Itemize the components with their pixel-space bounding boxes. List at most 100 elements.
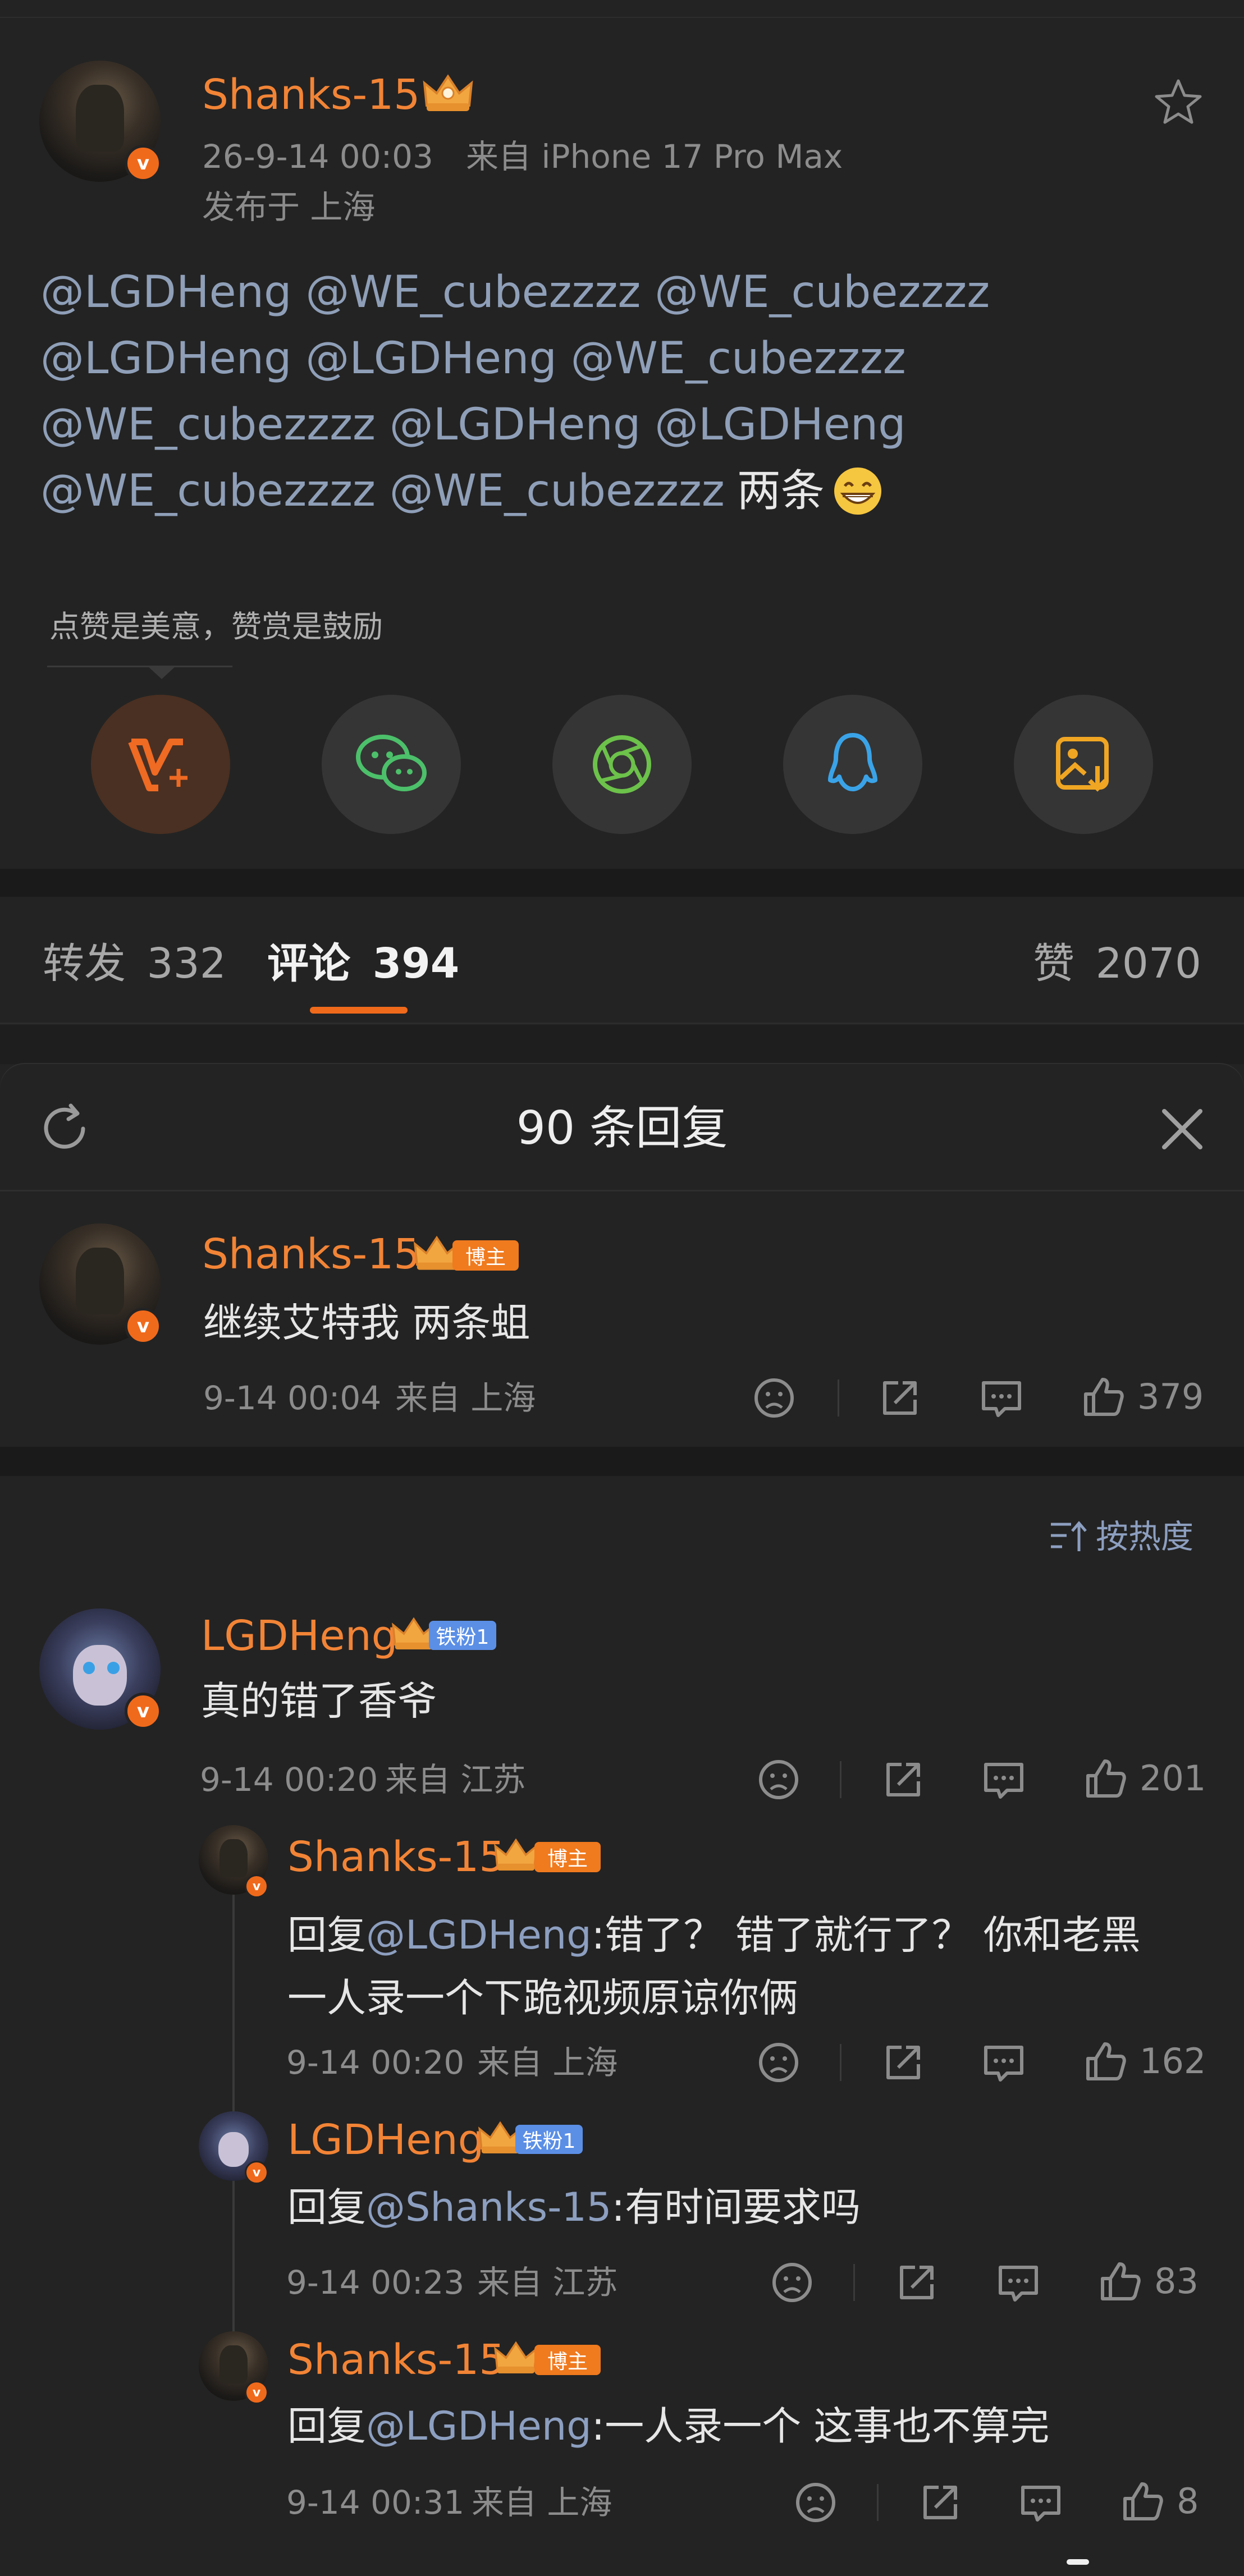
comment-icon[interactable] xyxy=(996,2262,1041,2304)
verified-badge-icon: v xyxy=(245,2381,268,2404)
wechat-icon xyxy=(356,735,427,791)
reply-body-1: :一人录一个 这事也不算完 xyxy=(591,2403,1050,2449)
share-qq-button[interactable] xyxy=(783,695,922,834)
share-icon[interactable] xyxy=(895,2261,939,2304)
verified-badge-icon: v xyxy=(245,2161,268,2184)
share-moments-button[interactable] xyxy=(552,695,692,834)
verified-badge-icon: v xyxy=(125,1308,162,1345)
close-icon[interactable] xyxy=(1159,1106,1206,1153)
comment-icon[interactable] xyxy=(981,1759,1026,1802)
like-button[interactable]: 162 xyxy=(1083,2039,1206,2083)
reply-mention[interactable]: @LGDHeng xyxy=(366,1912,592,1958)
home-indicator xyxy=(1067,2559,1089,2565)
reply-author[interactable]: Shanks-15 xyxy=(287,2339,505,2381)
post-body: @LGDHeng @WE_cubezzzz @WE_cubezzzz @LGDH… xyxy=(40,259,1219,524)
weibo-comment-page: v Shanks-15 26-9-14 00:03 来自 iPhone 17 P… xyxy=(0,0,1244,2576)
root-comment-location: 来自 上海 xyxy=(395,1379,536,1417)
like-button[interactable]: 201 xyxy=(1083,1757,1206,1800)
like-count: 8 xyxy=(1177,2481,1199,2522)
reply-text[interactable]: 回复@LGDHeng:错了？ 错了就行了？ 你和老黑 一人录一个下跪视频原谅你俩 xyxy=(287,1904,1231,2029)
share-icon[interactable] xyxy=(918,2481,962,2524)
favorite-star-icon[interactable] xyxy=(1153,77,1204,126)
reply-body-1: :有时间要求吗 xyxy=(611,2184,861,2230)
reply-location: 来自 江苏 xyxy=(477,2263,618,2302)
tab-repost[interactable]: 转发 332 xyxy=(43,943,226,984)
crown-icon xyxy=(492,2338,540,2377)
dislike-face-icon[interactable] xyxy=(752,1376,796,1420)
dislike-face-icon[interactable] xyxy=(770,2261,814,2304)
comment-icon[interactable] xyxy=(1018,2482,1063,2524)
reply-prefix: 回复 xyxy=(287,1912,366,1958)
post-timestamp: 26-9-14 00:03 xyxy=(202,137,433,176)
blogger-tag: 博主 xyxy=(534,1842,601,1872)
sort-icon xyxy=(1051,1521,1087,1551)
action-divider xyxy=(840,1761,841,1798)
share-icon[interactable] xyxy=(881,2041,925,2084)
reply-location: 来自 上海 xyxy=(477,2043,618,2082)
tab-active-indicator xyxy=(310,1007,408,1014)
post-line-4-mentions[interactable]: @WE_cubezzzz @WE_cubezzzz xyxy=(40,458,725,524)
action-divider xyxy=(877,2484,879,2521)
tab-like-label: 赞 xyxy=(1033,939,1075,988)
action-divider xyxy=(840,2044,841,2081)
reply-mention[interactable]: @Shanks-15 xyxy=(366,2184,611,2230)
reply-time: 9-14 00:23 xyxy=(286,2263,465,2302)
tab-comment-label: 评论 xyxy=(267,939,350,988)
reward-hint: 点赞是美意，赞赏是鼓励 xyxy=(49,609,383,644)
like-count: 201 xyxy=(1140,1758,1206,1799)
sheet-header-divider xyxy=(0,1190,1244,1191)
reply-text[interactable]: 回复@Shanks-15:有时间要求吗 xyxy=(287,2188,861,2227)
reply-text-line-1: 回复@LGDHeng:错了？ 错了就行了？ 你和老黑 xyxy=(287,1904,1231,1967)
action-divider xyxy=(838,1379,839,1417)
tab-repost-count: 332 xyxy=(147,939,226,988)
tab-like[interactable]: 赞 2070 xyxy=(1033,943,1201,984)
reply-time: 9-14 00:31 xyxy=(286,2483,465,2522)
post-line-4: @WE_cubezzzz @WE_cubezzzz 两条 xyxy=(40,458,1219,524)
sheet-backdrop xyxy=(0,1025,1244,1064)
share-wechat-button[interactable] xyxy=(322,695,461,834)
reply-prefix: 回复 xyxy=(287,2184,366,2230)
tab-comment[interactable]: 评论 394 xyxy=(267,943,459,984)
crown-icon xyxy=(421,71,475,116)
save-image-button[interactable] xyxy=(1014,695,1153,834)
reward-button[interactable] xyxy=(91,695,230,834)
comment-icon[interactable] xyxy=(979,1377,1024,1420)
verified-badge-icon: v xyxy=(245,1874,268,1898)
dislike-face-icon[interactable] xyxy=(794,2481,838,2524)
post-line-1[interactable]: @LGDHeng @WE_cubezzzz @WE_cubezzzz xyxy=(40,259,1219,326)
reply-mention[interactable]: @LGDHeng xyxy=(366,2403,592,2449)
reply-body-1: :错了？ 错了就行了？ 你和老黑 xyxy=(591,1912,1141,1958)
like-button[interactable]: 83 xyxy=(1098,2259,1199,2303)
comment-icon[interactable] xyxy=(981,2042,1026,2084)
like-button[interactable]: 379 xyxy=(1081,1375,1204,1419)
comment-text[interactable]: 真的错了香爷 xyxy=(201,1681,437,1721)
post-line-3[interactable]: @WE_cubezzzz @LGDHeng @LGDHeng xyxy=(40,392,1219,458)
crown-icon xyxy=(492,1835,540,1874)
fan-tag: 铁粉1 xyxy=(429,1621,496,1650)
comment-author[interactable]: LGDHeng xyxy=(201,1615,398,1657)
reply-text[interactable]: 回复@LGDHeng:一人录一个 这事也不算完 xyxy=(287,2407,1050,2446)
thumbs-up-icon xyxy=(1123,2482,1163,2520)
dislike-face-icon[interactable] xyxy=(757,1758,801,1802)
like-button[interactable]: 8 xyxy=(1120,2479,1199,2523)
post-author-name[interactable]: Shanks-15 xyxy=(202,74,420,116)
blogger-tag: 博主 xyxy=(452,1240,519,1271)
section-separator xyxy=(0,869,1244,897)
post-line-4-suffix: 两条 xyxy=(737,466,825,516)
share-icon[interactable] xyxy=(881,1758,925,1802)
like-count: 83 xyxy=(1154,2261,1199,2302)
verified-badge-icon: v xyxy=(125,145,162,182)
root-comment-author[interactable]: Shanks-15 xyxy=(202,1234,420,1275)
thumbs-up-icon xyxy=(1084,1378,1124,1416)
dislike-face-icon[interactable] xyxy=(757,2041,801,2084)
like-count: 379 xyxy=(1137,1376,1204,1417)
sort-by-hot[interactable]: 按热度 xyxy=(1049,1520,1193,1553)
reply-sheet xyxy=(0,1064,1244,2576)
thumbs-up-icon xyxy=(1101,2262,1141,2300)
reply-author[interactable]: Shanks-15 xyxy=(287,1836,505,1878)
reply-text-line-2: 一人录一个下跪视频原谅你俩 xyxy=(287,1975,798,2021)
post-line-2[interactable]: @LGDHeng @LGDHeng @WE_cubezzzz xyxy=(40,326,1219,392)
reply-author[interactable]: LGDHeng xyxy=(287,2119,484,2161)
root-comment-text[interactable]: 继续艾特我 两条蛆 xyxy=(203,1303,530,1342)
share-icon[interactable] xyxy=(878,1376,922,1420)
